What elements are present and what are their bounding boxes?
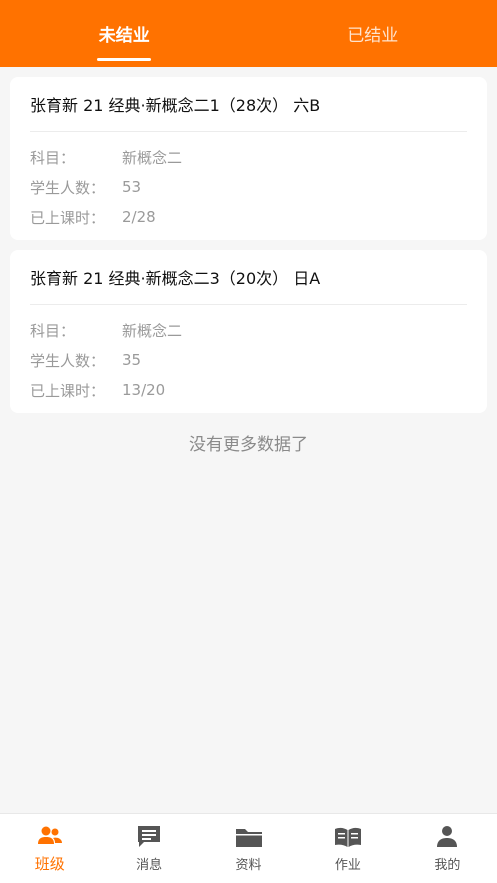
class-title: 张育新 21 经典·新概念二1（28次） 六B — [30, 77, 467, 132]
progress-value: 2/28 — [122, 208, 156, 226]
progress-label: 已上课时： — [30, 208, 106, 227]
nav-materials[interactable]: 资料 — [199, 814, 298, 883]
nav-classes[interactable]: 班级 — [0, 814, 99, 883]
tab-ongoing[interactable]: 未结业 — [0, 0, 249, 67]
students-value: 35 — [122, 351, 142, 369]
students-value: 53 — [122, 178, 142, 196]
tab-completed-label: 已结业 — [347, 26, 399, 46]
no-more-data-text: 没有更多数据了 — [189, 435, 308, 455]
class-title: 张育新 21 经典·新概念二3（20次） 日A — [30, 250, 467, 305]
bottom-navigation: 班级 消息 资料 作业 我的 — [0, 813, 497, 883]
nav-homework-label: 作业 — [334, 858, 361, 873]
top-tab-bar: 未结业 已结业 — [0, 0, 497, 67]
subject-value: 新概念二 — [122, 321, 183, 340]
class-card[interactable]: 张育新 21 经典·新概念二3（20次） 日A 科目： 新概念二 学生人数： 35 … — [10, 250, 487, 413]
progress-value: 13/20 — [122, 381, 166, 399]
nav-messages[interactable]: 消息 — [99, 814, 198, 883]
students-label: 学生人数： — [30, 351, 106, 370]
students-label: 学生人数： — [30, 178, 106, 197]
active-tab-indicator — [97, 58, 152, 61]
message-icon — [138, 826, 161, 847]
nav-messages-label: 消息 — [136, 858, 163, 873]
folder-icon — [235, 829, 262, 847]
progress-label: 已上课时： — [30, 381, 106, 400]
nav-profile-label: 我的 — [434, 858, 461, 873]
nav-classes-label: 班级 — [34, 855, 65, 873]
subject-value: 新概念二 — [122, 148, 183, 167]
nav-profile[interactable]: 我的 — [398, 814, 497, 883]
class-list: 张育新 21 经典·新概念二1（28次） 六B 科目： 新概念二 学生人数： 53 … — [10, 77, 487, 423]
subject-label: 科目： — [30, 148, 76, 167]
nav-homework[interactable]: 作业 — [298, 814, 397, 883]
class-card[interactable]: 张育新 21 经典·新概念二1（28次） 六B 科目： 新概念二 学生人数： 53 … — [10, 77, 487, 240]
person-icon — [437, 826, 458, 847]
book-icon — [334, 827, 361, 847]
tab-ongoing-label: 未结业 — [98, 26, 150, 46]
nav-materials-label: 资料 — [235, 858, 262, 873]
tab-completed[interactable]: 已结业 — [249, 0, 497, 67]
subject-label: 科目： — [30, 321, 76, 340]
people-icon — [37, 826, 62, 844]
